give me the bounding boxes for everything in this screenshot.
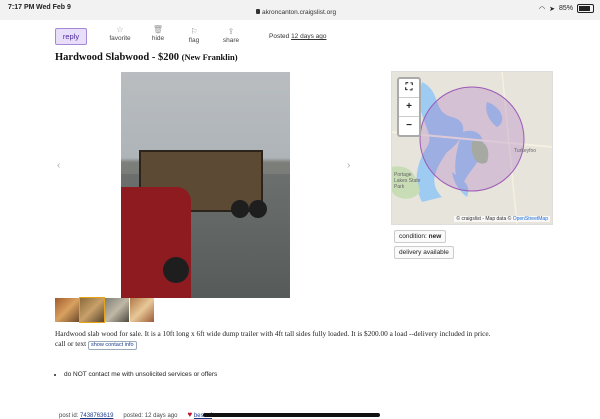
zoom-in-button[interactable]: + xyxy=(399,98,419,117)
image-gallery: ‹ › xyxy=(55,70,380,298)
zoom-out-button[interactable]: − xyxy=(399,117,419,135)
thumbnail[interactable] xyxy=(130,298,154,322)
battery-level xyxy=(579,6,590,11)
map-attribution: © craigslist - Map data © OpenStreetMap xyxy=(454,216,550,222)
battery-icon xyxy=(577,4,594,13)
map-label-portage-lakes: Portage Lakes State Park xyxy=(394,172,421,190)
posting-body: Hardwood slab wood for sale. It is a 10f… xyxy=(55,329,545,350)
map-attribution-text: © craigslist - Map data © xyxy=(456,216,512,222)
lock-icon xyxy=(256,9,260,14)
thumbnail[interactable] xyxy=(55,298,79,322)
share-label: share xyxy=(222,37,240,44)
flag-button[interactable]: ⚐ flag xyxy=(179,27,209,44)
photo-wheel xyxy=(231,200,249,218)
notices-list: do NOT contact me with unsolicited servi… xyxy=(54,371,217,378)
address-bar-url[interactable]: akroncanton.craigslist.org xyxy=(262,9,336,16)
photo-wheel xyxy=(163,257,189,283)
map-controls: ⛶ + − xyxy=(397,77,421,137)
footer-posted-label: posted: xyxy=(123,413,144,419)
condition-value: new xyxy=(428,233,442,240)
favorite-label: favorite xyxy=(109,35,131,42)
show-contact-button[interactable]: show contact info xyxy=(88,341,137,350)
favorite-button[interactable]: ☆ favorite xyxy=(105,25,135,42)
location-map[interactable]: ⛶ + − Turkeyfoo Portage Lakes State Park… xyxy=(391,71,553,225)
thumbnail-active[interactable] xyxy=(79,297,105,323)
thumbnail[interactable] xyxy=(105,298,129,322)
posted-date: Posted 12 days ago xyxy=(269,33,326,40)
flag-label: flag xyxy=(188,37,200,44)
post-id-link[interactable]: 7438763619 xyxy=(80,413,113,419)
condition-badge: condition: new xyxy=(394,230,447,243)
reply-button[interactable]: reply xyxy=(55,28,87,45)
trash-icon: 🗑 xyxy=(152,25,164,34)
post-id-label: post id: xyxy=(59,413,79,419)
main-photo[interactable] xyxy=(121,72,290,298)
openstreetmap-link[interactable]: OpenStreetMap xyxy=(513,216,548,222)
status-icons: ◠ ➤ 85% xyxy=(539,4,594,13)
ios-status-bar: 7:17 PM Wed Feb 9 akroncanton.craigslist… xyxy=(0,0,600,20)
condition-label: condition: xyxy=(399,233,427,240)
hide-button[interactable]: 🗑 hide xyxy=(143,25,173,42)
home-indicator xyxy=(203,413,380,417)
description-text: Hardwood slab wood for sale. It is a 10f… xyxy=(55,329,491,338)
posted-label: Posted xyxy=(269,33,290,40)
title-location: (New Franklin) xyxy=(181,52,238,62)
map-label-turkeyfoot: Turkeyfoo xyxy=(514,148,537,154)
hide-label: hide xyxy=(151,35,165,42)
photo-wheel xyxy=(249,200,267,218)
status-time: 7:17 PM xyxy=(8,4,35,11)
gallery-prev-arrow[interactable]: ‹ xyxy=(57,160,60,171)
footer-posted-ago: 12 days ago xyxy=(144,413,178,419)
title-text: Hardwood Slabwood - $200 xyxy=(55,52,179,63)
status-date: Wed Feb 9 xyxy=(36,4,71,11)
battery-percent: 85% xyxy=(558,5,573,12)
notice-item: do NOT contact me with unsolicited servi… xyxy=(64,371,217,378)
star-icon: ☆ xyxy=(116,25,124,34)
call-or-text: call or text xyxy=(55,339,87,348)
flag-icon: ⚐ xyxy=(190,27,198,36)
posting-title: Hardwood Slabwood - $200 (New Franklin) xyxy=(55,52,238,63)
delivery-text: delivery available xyxy=(399,249,449,256)
wifi-icon: ◠ xyxy=(539,5,546,13)
fullscreen-icon[interactable]: ⛶ xyxy=(399,79,419,98)
delivery-badge: delivery available xyxy=(394,246,454,259)
posted-ago-link[interactable]: 12 days ago xyxy=(291,33,326,40)
thumbnail-strip xyxy=(55,297,154,323)
share-icon: ⇪ xyxy=(227,27,235,36)
gallery-next-arrow[interactable]: › xyxy=(347,160,350,171)
share-button[interactable]: ⇪ share xyxy=(216,27,246,44)
location-icon: ➤ xyxy=(549,5,555,13)
